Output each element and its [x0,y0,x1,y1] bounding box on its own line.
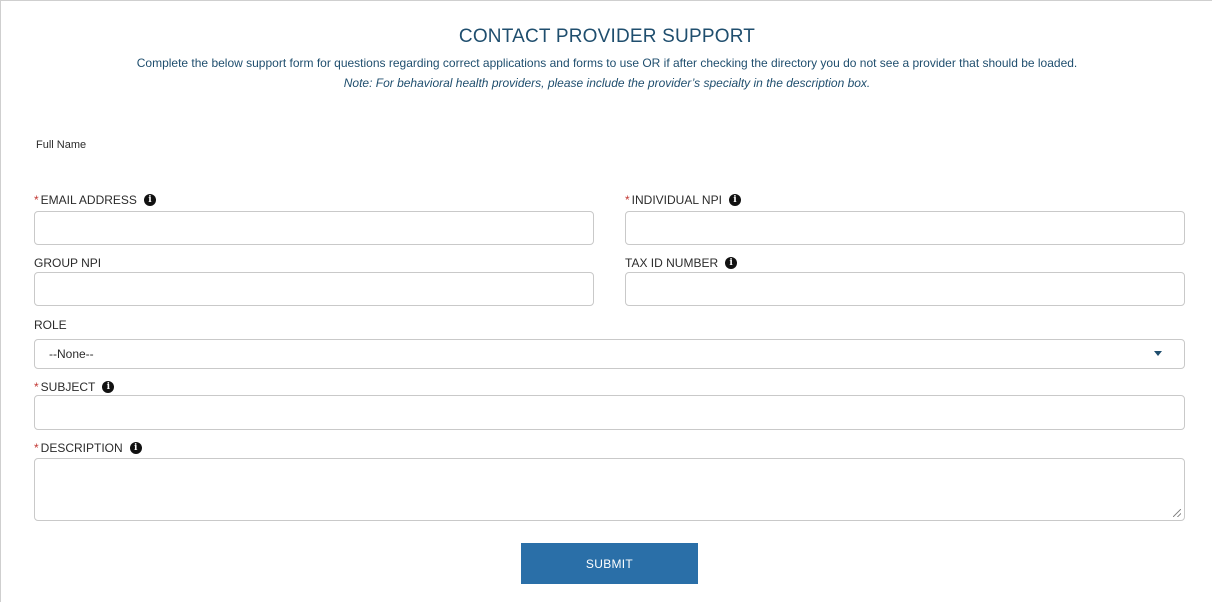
description-textarea[interactable] [34,458,1185,521]
note-text: Note: For behavioral health providers, p… [343,76,871,90]
subject-label: * SUBJECT i [34,380,115,394]
resize-handle-icon[interactable] [1173,509,1181,517]
email-field[interactable] [34,211,594,245]
required-marker: * [34,193,39,207]
full-name-label: Full Name [36,139,87,151]
email-label: * EMAIL ADDRESS i [34,193,156,207]
info-icon[interactable]: i [102,381,115,393]
info-icon[interactable]: i [725,257,738,269]
individual-npi-label: * INDIVIDUAL NPI i [625,193,741,207]
tax-id-field[interactable] [625,272,1185,306]
info-icon[interactable]: i [129,442,142,454]
subject-field[interactable] [34,395,1185,430]
role-label: ROLE [34,318,67,332]
group-npi-label: GROUP NPI [34,256,102,270]
intro-text: Complete the below support form for ques… [136,56,1078,70]
info-icon[interactable]: i [728,194,741,206]
page-title: CONTACT PROVIDER SUPPORT [458,26,756,47]
tax-id-label: TAX ID NUMBER i [625,256,738,270]
role-select[interactable]: --None-- [34,339,1185,369]
individual-npi-field[interactable] [625,211,1185,245]
required-marker: * [34,441,39,455]
group-npi-field[interactable] [34,272,594,306]
required-marker: * [34,380,39,394]
submit-button[interactable]: SUBMIT [521,543,698,584]
required-marker: * [625,193,630,207]
chevron-down-icon [1154,351,1162,356]
role-selected-value: --None-- [49,347,94,361]
info-icon[interactable]: i [143,194,156,206]
description-label: * DESCRIPTION i [34,441,142,455]
